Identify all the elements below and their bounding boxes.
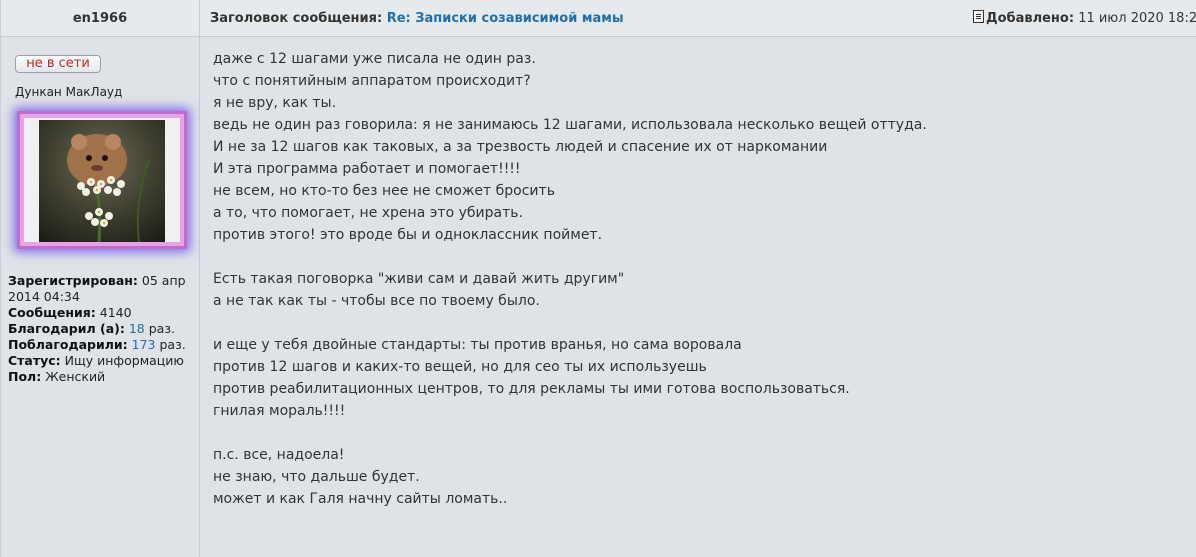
avatar[interactable]: [17, 111, 187, 249]
user-rank: Дункан МакЛауд: [15, 85, 123, 99]
message-line: что с понятийным аппаратом происходит?: [213, 73, 531, 89]
status-label: Статус:: [8, 353, 61, 368]
message-line: И эта программа работает и помогает!!!!: [213, 161, 521, 177]
gender-label: Пол:: [8, 369, 42, 384]
subject-label: Заголовок сообщения:: [210, 11, 383, 26]
message-line: ведь не один раз говорила: я не занимаюс…: [213, 117, 927, 133]
message-line: я не вру, как ты.: [213, 95, 337, 111]
message-line: не всем, но кто-то без нее не сможет бро…: [213, 183, 555, 199]
message-line: не знаю, что дальше будет.: [213, 469, 420, 485]
forum-post: en1966 Заголовок сообщения: Re: Записки …: [0, 0, 1196, 557]
profile-details: Зарегистрирован: 05 апр 2014 04:34 Сообщ…: [8, 273, 194, 385]
message-line: а то, что помогает, не хрена это убирать…: [213, 205, 523, 221]
message-line: [213, 312, 1183, 334]
post-content: даже с 12 шагами уже писала не один раз.…: [213, 48, 1183, 510]
message-line: против реабилитационных центров, то для …: [213, 381, 850, 397]
post-date: Добавлено: 11 июл 2020 18:25: [973, 0, 1196, 36]
avatar-frame: [24, 118, 180, 242]
got-thanks-row: Поблагодарили: 173 раз.: [8, 337, 194, 353]
message-line: и еще у тебя двойные стандарты: ты проти…: [213, 337, 742, 353]
subject-row: Заголовок сообщения: Re: Записки созавис…: [210, 0, 624, 36]
post-author[interactable]: en1966: [1, 0, 200, 37]
subject-link[interactable]: Re: Записки созависимой мамы: [387, 11, 624, 26]
message-line: Есть такая поговорка "живи сам и давай ж…: [213, 271, 625, 287]
got-thanks-suffix: раз.: [159, 337, 186, 352]
gender-value: Женский: [45, 369, 106, 384]
gender-row: Пол: Женский: [8, 369, 194, 385]
message-line: гнилая мораль!!!!: [213, 403, 346, 419]
thanked-link[interactable]: 18: [129, 321, 145, 336]
post-header: Заголовок сообщения: Re: Записки созавис…: [200, 0, 1196, 37]
messages-label: Сообщения:: [8, 305, 96, 320]
registered-label: Зарегистрирован:: [8, 273, 138, 288]
message-line: [213, 246, 1183, 268]
messages-row: Сообщения: 4140: [8, 305, 194, 321]
message-line: а не так как ты - чтобы все по твоему бы…: [213, 293, 540, 309]
avatar-image: [39, 120, 165, 242]
thanked-row: Благодарил (а): 18 раз.: [8, 321, 194, 337]
message-line: даже с 12 шагами уже писала не один раз.: [213, 51, 536, 67]
online-status-button[interactable]: не в сети: [15, 55, 101, 73]
got-thanks-label: Поблагодарили:: [8, 337, 128, 352]
document-icon[interactable]: [973, 10, 984, 23]
got-thanks-link[interactable]: 173: [132, 337, 156, 352]
message-line: п.с. все, надоела!: [213, 447, 345, 463]
status-row: Статус: Ищу информацию: [8, 353, 194, 369]
author-profile: не в сети Дункан МакЛауд Зарегистрирован…: [1, 37, 200, 557]
registered-row: Зарегистрирован: 05 апр 2014 04:34: [8, 273, 194, 305]
message-line: И не за 12 шагов как таковых, а за трезв…: [213, 139, 828, 155]
added-value: 11 июл 2020 18:25: [1078, 11, 1196, 26]
thanked-suffix: раз.: [148, 321, 175, 336]
message-line: против этого! это вроде бы и одноклассни…: [213, 227, 603, 243]
added-label: Добавлено:: [986, 11, 1075, 26]
thanked-label: Благодарил (а):: [8, 321, 125, 336]
message-line: может и как Галя начну сайты ломать..: [213, 491, 508, 507]
messages-value: 4140: [99, 305, 132, 320]
message-line: [213, 422, 1183, 444]
status-value: Ищу информацию: [64, 353, 184, 368]
message-line: против 12 шагов и каких-то вещей, но для…: [213, 359, 707, 375]
